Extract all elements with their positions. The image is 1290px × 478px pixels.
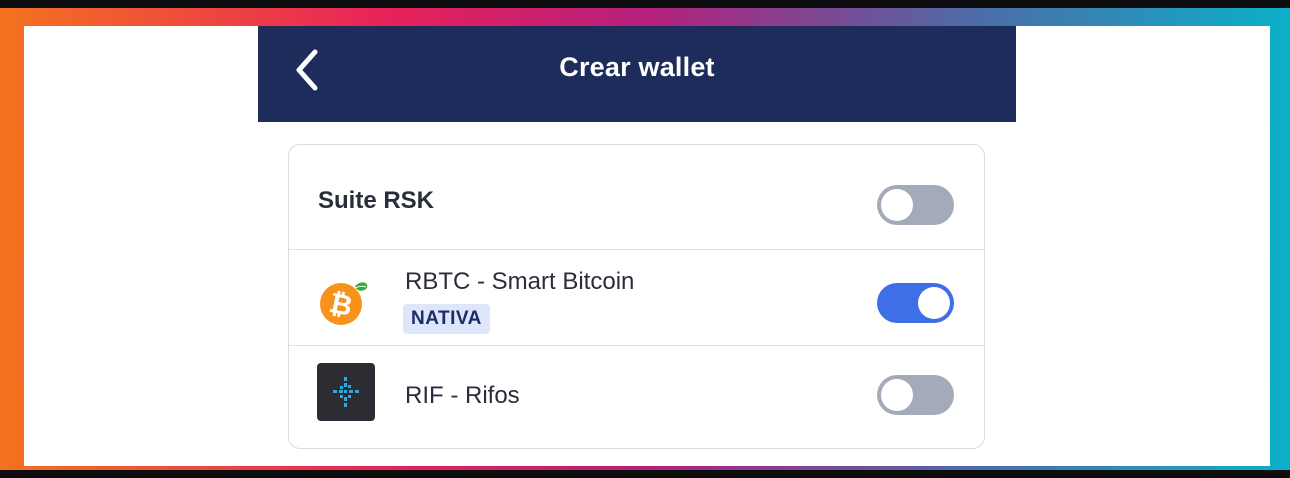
native-badge: NATIVA	[403, 304, 490, 334]
list-item-rbtc: ₿ RBTC - Smart Bitcoin NATIVA	[289, 250, 984, 346]
token-name-rbtc: RBTC - Smart Bitcoin	[405, 268, 635, 295]
toggle-knob	[881, 379, 913, 411]
rbtc-toggle[interactable]	[877, 283, 954, 323]
toggle-knob	[918, 287, 950, 319]
rif-toggle[interactable]	[877, 375, 954, 415]
app-screen: Crear wallet Suite RSK ₿ RBTC - Smart Bi…	[24, 26, 1270, 466]
suite-rsk-toggle[interactable]	[877, 185, 954, 225]
toggle-knob	[881, 189, 913, 221]
frame-bottom-edge	[0, 470, 1290, 478]
app-header: Crear wallet	[258, 26, 1016, 122]
list-item-suite-rsk: Suite RSK	[289, 145, 984, 250]
suite-rsk-label: Suite RSK	[318, 187, 435, 214]
page-title: Crear wallet	[559, 52, 715, 82]
token-name-rif: RIF - Rifos	[405, 382, 520, 409]
rif-logo-icon	[317, 363, 375, 421]
rbtc-bitcoin-icon: ₿	[320, 282, 368, 325]
frame-top-edge	[0, 0, 1290, 8]
list-item-rif: RIF - Rifos	[289, 346, 984, 448]
wallet-token-list: Suite RSK ₿ RBTC - Smart Bitcoin NATIVA	[288, 144, 985, 449]
